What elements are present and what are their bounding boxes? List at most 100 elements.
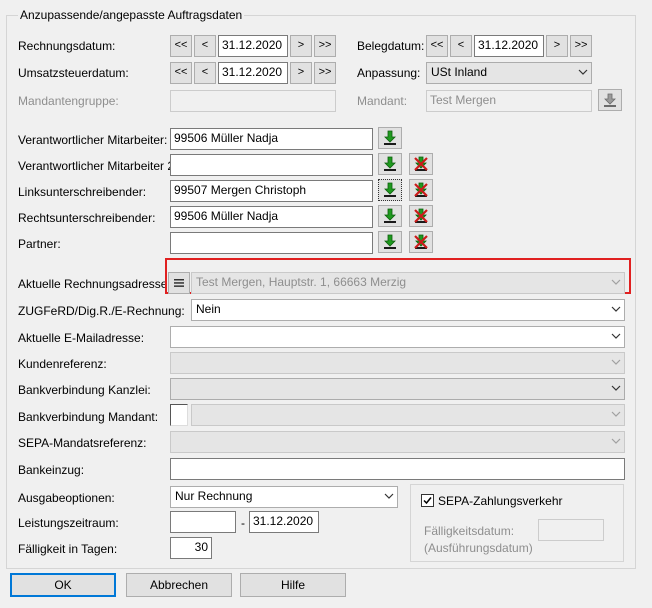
faelligkeit-label: Fälligkeit in Tagen: [18,542,118,556]
belegdatum-input[interactable]: 31.12.2020 [474,35,544,57]
ausgabeoptionen-select[interactable]: Nur Rechnung [170,486,398,508]
ausgabeoptionen-value: Nur Rechnung [175,489,253,503]
mandantengruppe-label: Mandantengruppe: [18,94,119,108]
mandant-download-button [598,89,622,111]
list-icon [173,278,185,288]
verantwortlicher2-label: Verantwortlicher Mitarbeiter 2: [18,159,178,173]
rechts-input[interactable]: 99506 Müller Nadja [170,206,373,228]
emailadresse-select[interactable] [170,326,625,348]
rechnungsadresse-value: Test Mergen, Hauptstr. 1, 66663 Merzig [196,275,407,289]
download-icon [382,234,398,250]
clear-icon [413,156,429,172]
partner-label: Partner: [18,237,61,251]
umsatzsteuerdatum-next-button[interactable]: > [290,62,312,84]
rechts-select-button[interactable] [378,205,402,227]
partner-input[interactable] [170,232,373,254]
rechnungsadresse-list-button[interactable] [168,272,190,294]
checkmark-icon [423,497,432,505]
sepa-checkbox[interactable] [421,494,434,507]
belegdatum-first-button[interactable]: << [426,35,448,57]
faelligkeitsdatum-input [538,519,604,541]
chevron-down-icon [611,437,621,445]
clear-icon [413,208,429,224]
sepa-checkbox-label: SEPA-Zahlungsverkehr [438,494,563,508]
chevron-down-icon [611,358,621,366]
links-input[interactable]: 99507 Mergen Christoph [170,180,373,202]
faelligkeit-input[interactable]: 30 [170,537,212,559]
download-icon [382,130,398,146]
hilfe-button[interactable]: Hilfe [240,573,346,597]
sepa-ref-label: SEPA-Mandatsreferenz: [18,436,147,450]
clear-icon [413,182,429,198]
abbrechen-button[interactable]: Abbrechen [126,573,232,597]
download-icon [382,208,398,224]
ausfuehrungsdatum-label: (Ausführungsdatum) [424,541,533,555]
kundenreferenz-select [170,352,625,374]
umsatzsteuerdatum-first-button[interactable]: << [170,62,192,84]
verantwortlicher2-clear-button[interactable] [409,153,433,175]
rechnungsdatum-first-button[interactable]: << [170,35,192,57]
rechts-label: Rechtsunterschreibender: [18,211,156,225]
emailadresse-label: Aktuelle E-Mailadresse: [18,331,145,345]
verantwortlicher2-select-button[interactable] [378,153,402,175]
anpassung-label: Anpassung: [357,66,421,80]
chevron-down-icon [578,68,588,76]
links-clear-button[interactable] [409,179,433,201]
download-icon [382,182,398,198]
belegdatum-last-button[interactable]: >> [570,35,592,57]
bankeinzug-label: Bankeinzug: [18,463,85,477]
partner-select-button[interactable] [378,231,402,253]
umsatzsteuerdatum-label: Umsatzsteuerdatum: [18,66,129,80]
leistungszeitraum-to-input[interactable]: 31.12.2020 [249,511,319,533]
mandantengruppe-input [170,90,336,112]
chevron-down-icon [384,492,394,500]
rechnungsdatum-label: Rechnungsdatum: [18,39,116,53]
download-icon [602,92,618,108]
belegdatum-next-button[interactable]: > [546,35,568,57]
belegdatum-label: Belegdatum: [357,39,425,53]
bank-mandant-select [191,404,625,426]
group-title: Anzupassende/angepasste Auftragsdaten [18,8,245,22]
partner-clear-button[interactable] [409,231,433,253]
rechnungsdatum-next-button[interactable]: > [290,35,312,57]
faelligkeitsdatum-label: Fälligkeitsdatum: [424,524,515,538]
leistungszeitraum-separator: - [241,516,245,530]
chevron-down-icon [611,278,621,286]
rechnungsadresse-label: Aktuelle Rechnungsadresse: [18,277,171,291]
bank-kanzlei-label: Bankverbindung Kanzlei: [18,383,151,397]
anpassung-value: USt Inland [431,65,488,79]
verantwortlicher-input[interactable]: 99506 Müller Nadja [170,128,373,150]
rechnungsdatum-prev-button[interactable]: < [194,35,216,57]
ausgabeoptionen-label: Ausgabeoptionen: [18,491,115,505]
belegdatum-prev-button[interactable]: < [450,35,472,57]
leistungszeitraum-from-input[interactable] [170,511,236,533]
kundenreferenz-label: Kundenreferenz: [18,357,107,371]
chevron-down-icon [611,305,621,313]
download-icon [382,156,398,172]
verantwortlicher-select-button[interactable] [378,127,402,149]
zugferd-value: Nein [196,302,221,316]
clear-icon [413,234,429,250]
bank-mandant-checkbox[interactable] [170,404,188,426]
umsatzsteuerdatum-input[interactable]: 31.12.2020 [218,62,288,84]
rechnungsdatum-last-button[interactable]: >> [314,35,336,57]
sepa-ref-select [170,431,625,453]
ok-button[interactable]: OK [10,573,116,597]
umsatzsteuerdatum-prev-button[interactable]: < [194,62,216,84]
chevron-down-icon [611,410,621,418]
bankeinzug-input[interactable] [170,458,625,480]
anpassung-select[interactable]: USt Inland [426,62,592,84]
zugferd-select[interactable]: Nein [191,299,625,321]
rechnungsdatum-input[interactable]: 31.12.2020 [218,35,288,57]
rechts-clear-button[interactable] [409,205,433,227]
leistungszeitraum-label: Leistungszeitraum: [18,516,119,530]
links-select-button[interactable] [378,179,402,201]
mandant-input: Test Mergen [426,90,592,112]
chevron-down-icon [611,384,621,392]
zugferd-label: ZUGFeRD/Dig.R./E-Rechnung: [18,304,185,318]
mandant-label: Mandant: [357,94,408,108]
verantwortlicher2-input[interactable] [170,154,373,176]
bank-mandant-label: Bankverbindung Mandant: [18,410,159,424]
umsatzsteuerdatum-last-button[interactable]: >> [314,62,336,84]
bank-kanzlei-select[interactable] [170,378,625,400]
